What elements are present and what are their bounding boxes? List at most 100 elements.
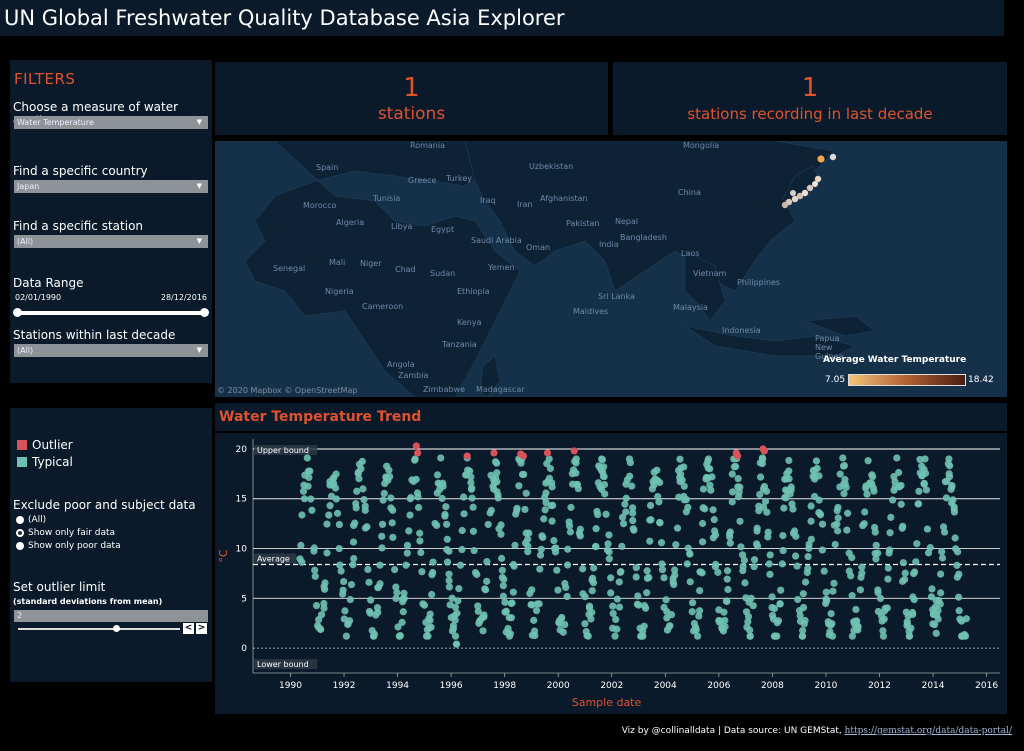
- radio-poor[interactable]: Show only poor data: [16, 541, 121, 551]
- legend-outlier[interactable]: Outlier: [17, 438, 73, 452]
- data-point: [886, 529, 894, 537]
- data-point: [502, 607, 510, 615]
- data-point: [907, 624, 915, 632]
- data-point: [604, 540, 612, 548]
- data-point: [711, 531, 720, 539]
- data-source-link[interactable]: https://gemstat.org/data/data-portal/: [845, 726, 1012, 736]
- data-point: [498, 554, 506, 563]
- data-point: [766, 570, 774, 578]
- station-map[interactable]: Romania Mongolia Spain Greece Turkey Uzbekist…: [215, 141, 1007, 397]
- data-point: [667, 611, 676, 619]
- data-point: [321, 579, 329, 587]
- data-point: [341, 607, 349, 615]
- decade-label: Stations within last decade: [13, 328, 176, 342]
- data-point: [776, 600, 784, 608]
- outlier-limit-slider[interactable]: [18, 625, 180, 632]
- increment-button[interactable]: >: [196, 623, 207, 634]
- outlier-limit-input[interactable]: 2: [14, 610, 208, 622]
- data-point: [340, 577, 348, 586]
- data-point: [572, 469, 580, 477]
- measure-dropdown[interactable]: Water Temperature ▼: [14, 116, 208, 129]
- station-dropdown[interactable]: (All) ▼: [14, 235, 208, 248]
- data-point: [750, 556, 759, 564]
- trend-chart[interactable]: 0 5 10 15 20 1990 1992 1994 1996 1998 2000 2002 2004…: [215, 433, 1007, 714]
- data-point: [696, 607, 704, 615]
- data-point: [361, 506, 369, 514]
- data-point: [950, 508, 959, 516]
- data-point: [326, 502, 334, 510]
- data-point: [325, 511, 333, 519]
- data-point: [657, 539, 666, 547]
- map-label: Yemen: [488, 263, 515, 272]
- station-marker: [817, 155, 825, 163]
- decade-dropdown[interactable]: (All) ▼: [14, 344, 208, 357]
- data-point: [601, 490, 609, 498]
- slider-handle[interactable]: [113, 625, 120, 632]
- data-point: [493, 478, 501, 486]
- data-point: [417, 548, 425, 557]
- data-point: [786, 490, 794, 498]
- data-point: [455, 584, 463, 593]
- data-point: [559, 628, 567, 636]
- data-point: [442, 503, 450, 511]
- kpi-recent-stations: 1 stations recording in last decade: [613, 62, 1007, 135]
- data-point: [483, 557, 491, 566]
- map-label: China: [678, 188, 701, 197]
- data-point: [469, 503, 477, 511]
- data-point: [842, 483, 850, 492]
- data-point: [443, 520, 451, 528]
- data-point: [854, 623, 862, 631]
- decrement-button[interactable]: <: [183, 623, 194, 634]
- data-point: [734, 493, 743, 501]
- x-tick-label: 2008: [761, 681, 784, 691]
- data-point: [928, 585, 936, 593]
- data-point: [909, 610, 917, 619]
- scatter-plot[interactable]: 0 5 10 15 20 1990 1992 1994 1996 1998 2000 2002 2004…: [215, 433, 1007, 714]
- radio-all[interactable]: (All): [16, 515, 46, 525]
- x-tick-label: 2010: [815, 681, 838, 691]
- legend-typical[interactable]: Typical: [17, 455, 73, 469]
- data-point: [934, 615, 942, 623]
- map-label: Greece: [408, 176, 437, 185]
- data-point: [932, 629, 940, 637]
- map-label: India: [599, 240, 619, 249]
- data-point: [583, 631, 591, 640]
- y-tick-label: 15: [236, 495, 247, 505]
- data-point: [951, 534, 959, 542]
- map-label: Madagascar: [476, 385, 525, 394]
- map-label: Nigeria: [325, 287, 354, 296]
- country-dropdown[interactable]: Japan ▼: [14, 180, 208, 193]
- radio-fair[interactable]: Show only fair data: [16, 528, 115, 538]
- data-point: [364, 565, 372, 574]
- outlier-limit-sublabel: (standard deviations from mean): [13, 597, 163, 606]
- date-range-slider[interactable]: [13, 308, 209, 317]
- data-point: [658, 566, 667, 574]
- data-point: [365, 578, 373, 586]
- station-value: (All): [17, 237, 34, 246]
- data-point: [590, 564, 598, 572]
- data-point: [672, 541, 680, 549]
- data-point: [839, 454, 847, 462]
- data-point: [456, 561, 465, 569]
- data-point: [777, 586, 785, 594]
- data-point: [682, 495, 690, 504]
- map-label: Saudi Arabia: [471, 236, 522, 245]
- data-point: [429, 558, 437, 566]
- data-point: [426, 616, 434, 624]
- data-point: [942, 494, 951, 502]
- data-point: [588, 608, 596, 617]
- map-label: Senegal: [273, 264, 306, 273]
- data-point: [949, 496, 957, 504]
- map-legend-min: 7.05: [825, 375, 846, 385]
- data-point: [946, 462, 954, 470]
- range-start-handle[interactable]: [13, 308, 22, 317]
- data-point: [563, 561, 572, 569]
- map-label: Vietnam: [693, 269, 727, 278]
- data-point: [938, 548, 946, 556]
- data-point: [487, 506, 495, 514]
- data-point: [594, 510, 602, 519]
- data-point: [860, 520, 868, 528]
- map-label: Oman: [526, 243, 551, 252]
- data-point: [572, 455, 580, 463]
- range-end-handle[interactable]: [200, 308, 209, 317]
